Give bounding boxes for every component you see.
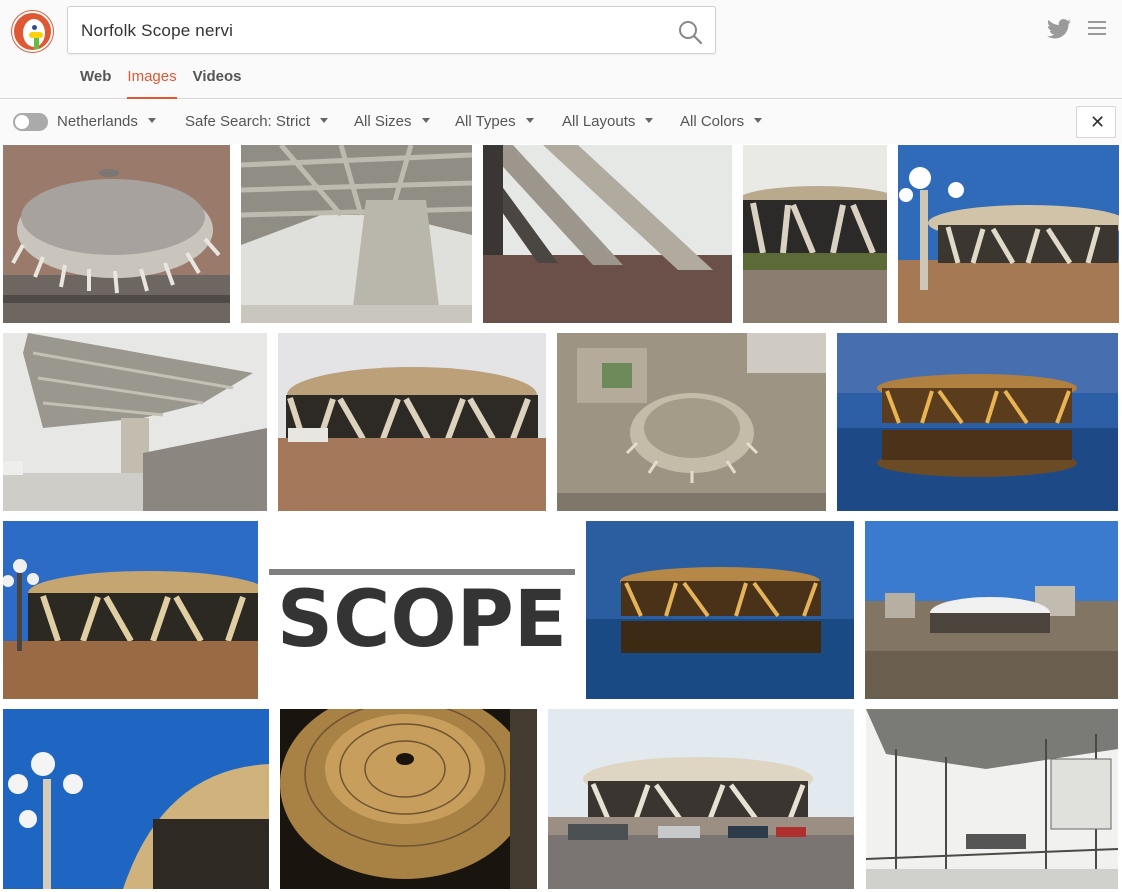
image-result[interactable] <box>3 145 230 323</box>
image-result[interactable] <box>866 709 1118 889</box>
image-result[interactable] <box>837 333 1118 511</box>
chevron-down-icon <box>645 117 654 123</box>
result-image-city-dome <box>865 521 1118 699</box>
layouts-dropdown[interactable]: All Layouts <box>562 113 654 130</box>
image-result[interactable] <box>483 145 732 323</box>
safe-search-label: Safe Search: Strict <box>185 113 311 130</box>
logo-eye <box>32 25 37 30</box>
result-image-aerial-plaza <box>557 333 826 511</box>
layouts-label: All Layouts <box>562 113 636 130</box>
chevron-down-icon <box>147 117 156 123</box>
tab-web[interactable]: Web <box>80 68 111 99</box>
result-image-dusk-reflection <box>586 521 854 699</box>
close-icon: ✕ <box>1090 112 1106 133</box>
result-image-aerial-dome <box>3 145 230 323</box>
result-image-lamp-dome <box>3 709 269 889</box>
image-result[interactable] <box>3 521 258 699</box>
image-result[interactable] <box>865 521 1118 699</box>
result-image-buttresses <box>483 145 732 323</box>
search-input[interactable]: Norfolk Scope nervi <box>67 6 716 54</box>
image-result[interactable] <box>548 709 854 889</box>
region-dropdown[interactable]: Netherlands <box>57 113 156 130</box>
image-result[interactable] <box>743 145 887 323</box>
header: Norfolk Scope nervi Web Images Videos <box>0 0 1122 99</box>
result-image-dome-fountain <box>278 333 546 511</box>
twitter-icon[interactable] <box>1047 18 1071 40</box>
result-image-interior-sketch <box>866 709 1118 889</box>
image-result[interactable] <box>3 709 269 889</box>
logo-tie <box>34 38 39 50</box>
chevron-down-icon <box>421 117 430 123</box>
image-result[interactable] <box>241 145 472 323</box>
image-result[interactable]: SCOPE <box>269 521 575 699</box>
chevron-down-icon <box>525 117 534 123</box>
result-image-night-reflection <box>837 333 1118 511</box>
result-image-canopy-street <box>3 333 267 511</box>
menu-bar <box>1088 27 1106 29</box>
search-icon[interactable] <box>677 19 703 45</box>
colors-label: All Colors <box>680 113 745 130</box>
tab-videos[interactable]: Videos <box>193 68 242 99</box>
duckduckgo-logo[interactable] <box>12 11 53 52</box>
result-image-dome-side <box>743 145 887 323</box>
menu-bar <box>1088 33 1106 35</box>
region-toggle[interactable] <box>13 113 48 131</box>
toggle-knob <box>15 115 29 129</box>
safe-search-dropdown[interactable]: Safe Search: Strict <box>185 113 329 130</box>
chevron-down-icon <box>320 117 329 123</box>
result-image-interior-dome <box>280 709 537 889</box>
sizes-dropdown[interactable]: All Sizes <box>354 113 430 130</box>
close-filters-button[interactable]: ✕ <box>1076 106 1116 138</box>
search-query[interactable]: Norfolk Scope nervi <box>81 21 233 41</box>
image-result[interactable] <box>280 709 537 889</box>
colors-dropdown[interactable]: All Colors <box>680 113 763 130</box>
search-tabs: Web Images Videos <box>80 68 258 99</box>
image-result[interactable] <box>278 333 546 511</box>
image-result[interactable] <box>586 521 854 699</box>
chevron-down-icon <box>754 117 763 123</box>
image-result[interactable] <box>3 333 267 511</box>
result-image-scope-logo: SCOPE <box>269 521 575 699</box>
tab-images[interactable]: Images <box>127 68 177 99</box>
scope-logo-text: SCOPE <box>277 575 567 665</box>
types-label: All Types <box>455 113 516 130</box>
sizes-label: All Sizes <box>354 113 412 130</box>
menu-bar <box>1088 21 1106 23</box>
result-image-dome-blue-sky <box>3 521 258 699</box>
filter-bar: Netherlands Safe Search: Strict All Size… <box>0 100 1122 144</box>
result-image-column-underside <box>241 145 472 323</box>
types-dropdown[interactable]: All Types <box>455 113 534 130</box>
region-label: Netherlands <box>57 113 138 130</box>
result-image-plaza-lamps <box>898 145 1119 323</box>
result-image-street-dome <box>548 709 854 889</box>
image-result[interactable] <box>898 145 1119 323</box>
image-result[interactable] <box>557 333 826 511</box>
hamburger-menu-icon[interactable] <box>1088 21 1106 36</box>
